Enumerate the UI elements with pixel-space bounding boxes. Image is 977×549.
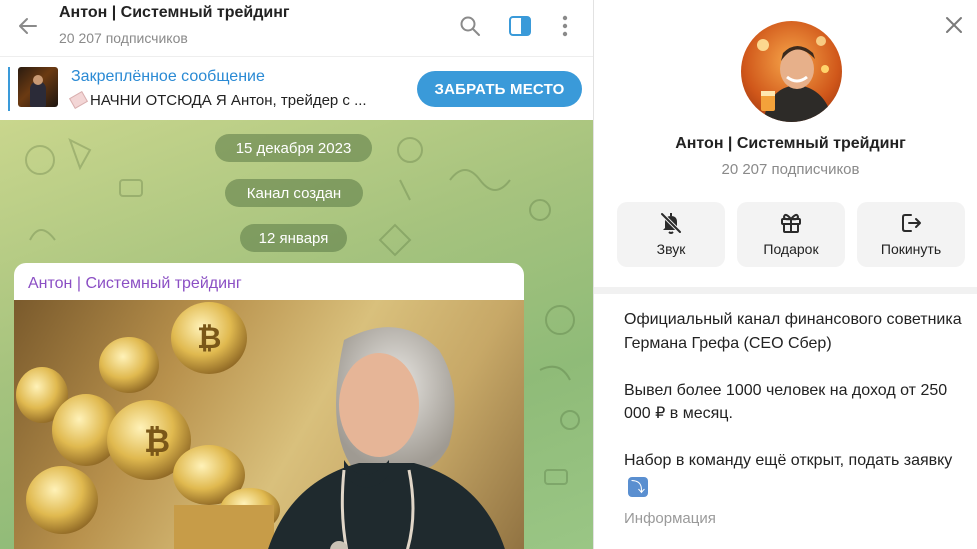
close-button[interactable] (941, 12, 967, 38)
post-photo[interactable]: ₿ ₿ (14, 300, 524, 549)
search-icon (460, 16, 480, 36)
service-pill-created: Канал создан (225, 179, 363, 207)
logout-icon (902, 214, 921, 232)
description-text: Официальный канал финансового советника … (624, 311, 962, 469)
gift-icon (781, 213, 801, 233)
mute-label: Звук (656, 241, 686, 257)
chat-title[interactable]: Антон | Системный трейдинг (59, 4, 290, 22)
photo-illustration: ₿ ₿ (16, 302, 505, 549)
arrow-down-emoji-icon: ⤵ (628, 476, 648, 497)
arrow-left-icon (19, 18, 37, 34)
gift-button[interactable]: Подарок (737, 202, 845, 267)
channel-post[interactable]: Антон | Системный трейдинг ₿ ₿ (14, 263, 524, 549)
chat-header: Антон | Системный трейдинг 20 207 подпис… (0, 0, 593, 56)
channel-avatar[interactable] (741, 21, 842, 122)
post-author[interactable]: Антон | Системный трейдинг (28, 275, 242, 293)
more-button[interactable] (551, 12, 579, 40)
bell-off-icon (660, 212, 682, 234)
close-icon (946, 17, 962, 33)
profile-subscribers: 20 207 подписчиков (721, 161, 860, 178)
pinned-text-row: НАЧНИ ОТСЮДА Я Антон, трейдер с ... (69, 91, 367, 109)
pin-emoji-icon (69, 91, 88, 109)
back-button[interactable] (14, 12, 42, 40)
chat-column: Антон | Системный трейдинг 20 207 подпис… (0, 0, 593, 549)
search-button[interactable] (456, 12, 484, 40)
mute-button[interactable]: Звук (617, 202, 725, 267)
leave-button[interactable]: Покинуть (857, 202, 965, 267)
description-label: Информация (624, 510, 716, 527)
profile-name: Антон | Системный трейдинг (675, 135, 906, 152)
avatar-photo (757, 36, 833, 122)
pinned-thumbnail (18, 67, 58, 107)
description-text-block[interactable]: Официальный канал финансового советника … (624, 308, 969, 497)
join-button[interactable]: ЗАБРАТЬ МЕСТО (417, 71, 582, 107)
service-created-text: Канал создан (246, 184, 342, 202)
date-pill-2: 12 января (240, 224, 347, 252)
chat-subscribers: 20 207 подписчиков (59, 30, 188, 46)
profile-header: Антон | Системный трейдинг 20 207 подпис… (594, 0, 977, 287)
pinned-text: НАЧНИ ОТСЮДА Я Антон, трейдер с ... (90, 92, 367, 109)
pinned-title: Закреплённое сообщение (71, 68, 265, 85)
gift-label: Подарок (763, 241, 819, 257)
pinned-indicator (8, 67, 10, 111)
channel-info-panel: Антон | Системный трейдинг 20 207 подпис… (593, 0, 977, 549)
svg-text:₿: ₿ (144, 423, 170, 459)
sidebar-toggle-icon (509, 16, 531, 36)
channel-description: Официальный канал финансового советника … (594, 287, 977, 549)
date-2-text: 12 января (258, 229, 329, 247)
svg-text:₿: ₿ (197, 322, 221, 355)
leave-label: Покинуть (880, 241, 942, 257)
more-vertical-icon (562, 15, 568, 37)
date-pill-1: 15 декабря 2023 (215, 134, 372, 162)
sidebar-toggle-button[interactable] (506, 12, 534, 40)
date-1-text: 15 декабря 2023 (235, 139, 352, 157)
